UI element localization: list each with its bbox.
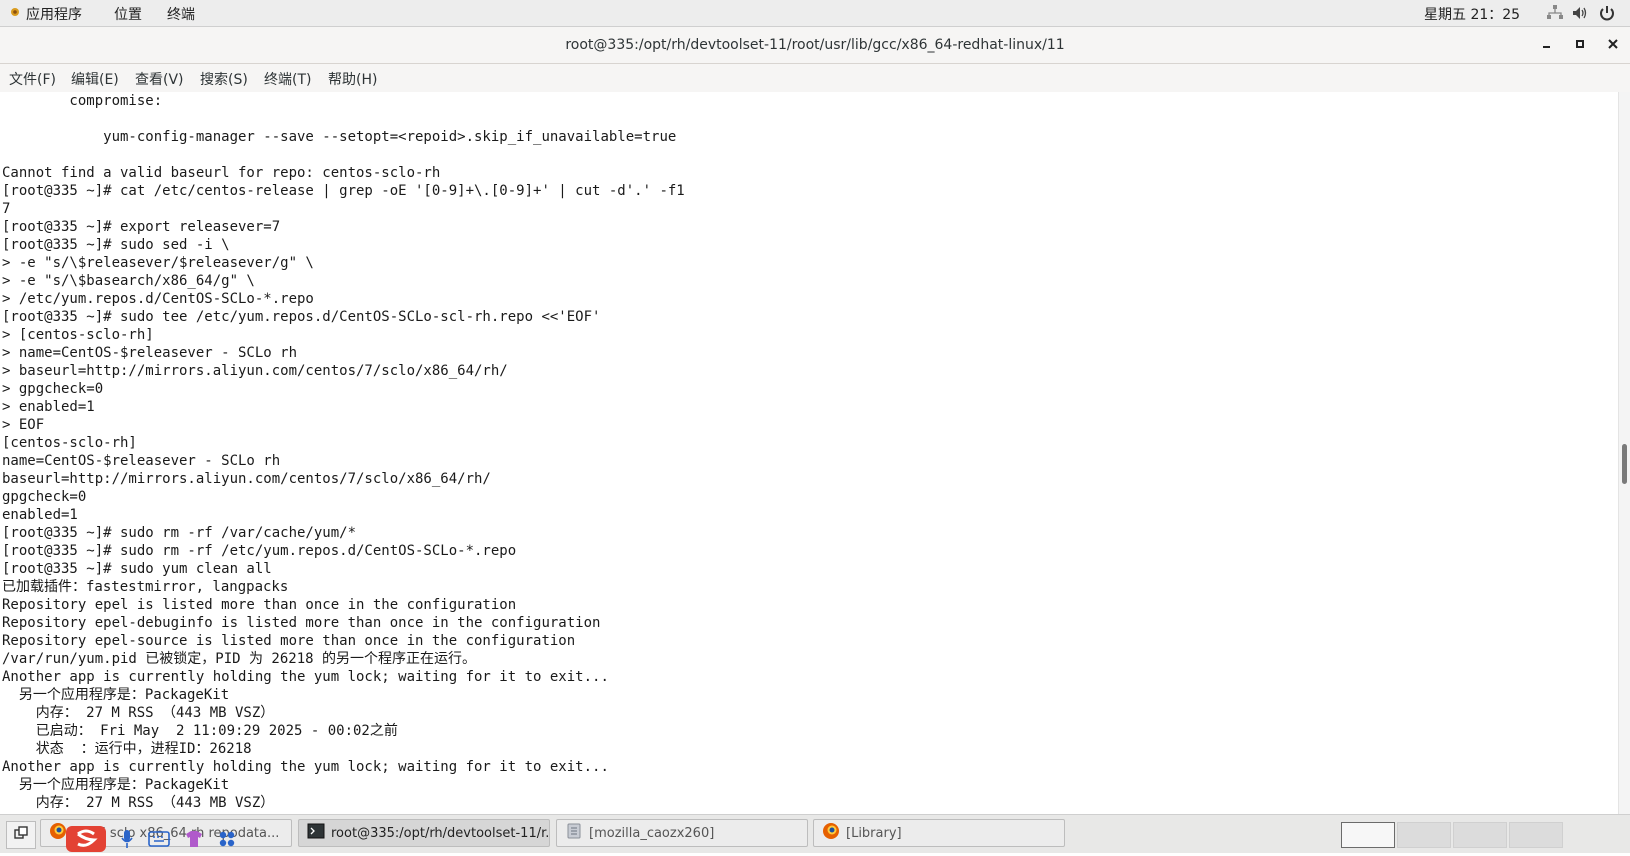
terminal-line: > /etc/yum.repos.d/CentOS-SCLo-*.repo [2, 291, 314, 307]
network-icon[interactable] [1546, 4, 1564, 26]
close-button[interactable] [1604, 35, 1622, 53]
terminal-line: 另一个应用程序是：PackageKit [2, 777, 230, 793]
skin-icon [184, 830, 204, 852]
applications-label: 应用程序 [26, 7, 82, 23]
terminal-scrollbar[interactable] [1618, 92, 1630, 814]
menu-edit[interactable]: 编辑(E) [71, 69, 119, 89]
menu-terminal[interactable]: 终端(T) [264, 69, 311, 89]
terminal-line: [root@335 ~]# sudo yum clean all [2, 561, 272, 577]
mic-icon [120, 829, 134, 853]
task-label: [mozilla_caozx260] [589, 825, 715, 841]
terminal-line: Cannot find a valid baseurl for repo: ce… [2, 165, 441, 181]
workspace-3[interactable] [1453, 822, 1507, 848]
terminal-line: baseurl=http://mirrors.aliyun.com/centos… [2, 471, 491, 487]
file-manager-icon [565, 822, 583, 844]
terminal-icon [307, 822, 325, 844]
terminal-line: /var/run/yum.pid 已被锁定，PID 为 26218 的另一个程序… [2, 651, 477, 667]
terminal-line: gpgcheck=0 [2, 489, 87, 505]
terminal-line: [centos-sclo-rh] [2, 435, 137, 451]
power-icon[interactable] [1598, 4, 1616, 26]
menu-search[interactable]: 搜索(S) [200, 69, 248, 89]
terminal-line: [root@335 ~]# export releasever=7 [2, 219, 281, 235]
show-desktop-icon [14, 826, 28, 844]
applications-menu[interactable]: 应用程序 [8, 4, 82, 24]
task-firefox-library[interactable]: [Library] [813, 819, 1065, 847]
workspace-1[interactable] [1341, 822, 1395, 848]
terminal-line: [root@335 ~]# sudo sed -i \ [2, 237, 230, 253]
menu-view[interactable]: 查看(V) [135, 69, 184, 89]
keyboard-icon [148, 831, 170, 851]
terminal-line: Repository epel-debuginfo is listed more… [2, 615, 601, 631]
terminal-line: > gpgcheck=0 [2, 381, 104, 397]
terminal-app-menu[interactable]: 终端 [167, 4, 195, 24]
terminal-line: > [centos-sclo-rh] [2, 327, 154, 343]
terminal-output[interactable]: compromise: yum-config-manager --save --… [0, 92, 1618, 814]
scrollbar-thumb[interactable] [1622, 444, 1627, 484]
terminal-line: 状态 ：运行中，进程ID：26218 [2, 741, 252, 757]
terminal-line: name=CentOS-$releasever - SCLo rh [2, 453, 281, 469]
menu-file[interactable]: 文件(F) [9, 69, 56, 89]
terminal-line: [root@335 ~]# sudo rm -rf /var/cache/yum… [2, 525, 357, 541]
terminal-text: compromise: yum-config-manager --save --… [0, 92, 1618, 812]
show-desktop-button[interactable] [6, 821, 36, 849]
toolbox-icon [218, 830, 236, 852]
places-menu[interactable]: 位置 [114, 4, 142, 24]
terminal-line: [root@335 ~]# cat /etc/centos-release | … [2, 183, 685, 199]
terminal-line: 7 [2, 201, 11, 217]
terminal-line: Another app is currently holding the yum… [2, 669, 609, 685]
firefox-icon [822, 822, 840, 844]
workspace-2[interactable] [1397, 822, 1451, 848]
workspace-4[interactable] [1509, 822, 1563, 848]
window-titlebar[interactable]: root@335:/opt/rh/devtoolset-11/root/usr/… [0, 27, 1630, 64]
terminal-line: > name=CentOS-$releasever - SCLo rh [2, 345, 298, 361]
task-label: root@335:/opt/rh/devtoolset-11/r... [331, 825, 550, 841]
terminal-line: > EOF [2, 417, 45, 433]
menubar: 文件(F) 编辑(E) 查看(V) 搜索(S) 终端(T) 帮助(H) [0, 64, 1630, 93]
task-terminal[interactable]: root@335:/opt/rh/devtoolset-11/r... [298, 819, 550, 847]
volume-icon[interactable] [1571, 4, 1589, 26]
terminal-line: > -e "s/\$basearch/x86_64/g" \ [2, 273, 255, 289]
terminal-line: Repository epel-source is listed more th… [2, 633, 576, 649]
terminal-line: > baseurl=http://mirrors.aliyun.com/cent… [2, 363, 508, 379]
terminal-line: enabled=1 [2, 507, 78, 523]
terminal-line: > enabled=1 [2, 399, 95, 415]
top-panel: 应用程序 位置 终端 星期五 21：25 [0, 0, 1630, 27]
terminal-line: Another app is currently holding the yum… [2, 759, 609, 775]
terminal-line: [root@335 ~]# sudo rm -rf /etc/yum.repos… [2, 543, 517, 559]
applications-icon [8, 5, 22, 23]
task-file-manager[interactable]: [mozilla_caozx260] [556, 819, 808, 847]
maximize-button[interactable] [1571, 35, 1589, 53]
menu-help[interactable]: 帮助(H) [328, 69, 377, 89]
terminal-line: Repository epel is listed more than once… [2, 597, 517, 613]
minimize-button[interactable] [1538, 35, 1556, 53]
terminal-line: [root@335 ~]# sudo tee /etc/yum.repos.d/… [2, 309, 601, 325]
terminal-line: 已启动： Fri May 2 11:09:29 2025 - 00:02之前 [2, 723, 398, 739]
terminal-line: 内存： 27 M RSS （443 MB VSZ） [2, 795, 275, 811]
terminal-line: 内存： 27 M RSS （443 MB VSZ） [2, 705, 275, 721]
task-label: [Library] [846, 825, 902, 841]
firefox-icon [49, 822, 67, 844]
clock[interactable]: 星期五 21：25 [1424, 4, 1520, 24]
terminal-line: yum-config-manager --save --setopt=<repo… [2, 129, 677, 145]
terminal-line: 已加载插件：fastestmirror, langpacks [2, 579, 289, 595]
terminal-line: 另一个应用程序是：PackageKit [2, 687, 230, 703]
terminal-line: > -e "s/\$releasever/$releasever/g" \ [2, 255, 314, 271]
taskbar: ...e 7 sclo x86_64 rh repodata... root@3… [0, 814, 1630, 853]
window-title: root@335:/opt/rh/devtoolset-11/root/usr/… [565, 37, 1065, 53]
terminal-line: compromise: [2, 93, 163, 109]
